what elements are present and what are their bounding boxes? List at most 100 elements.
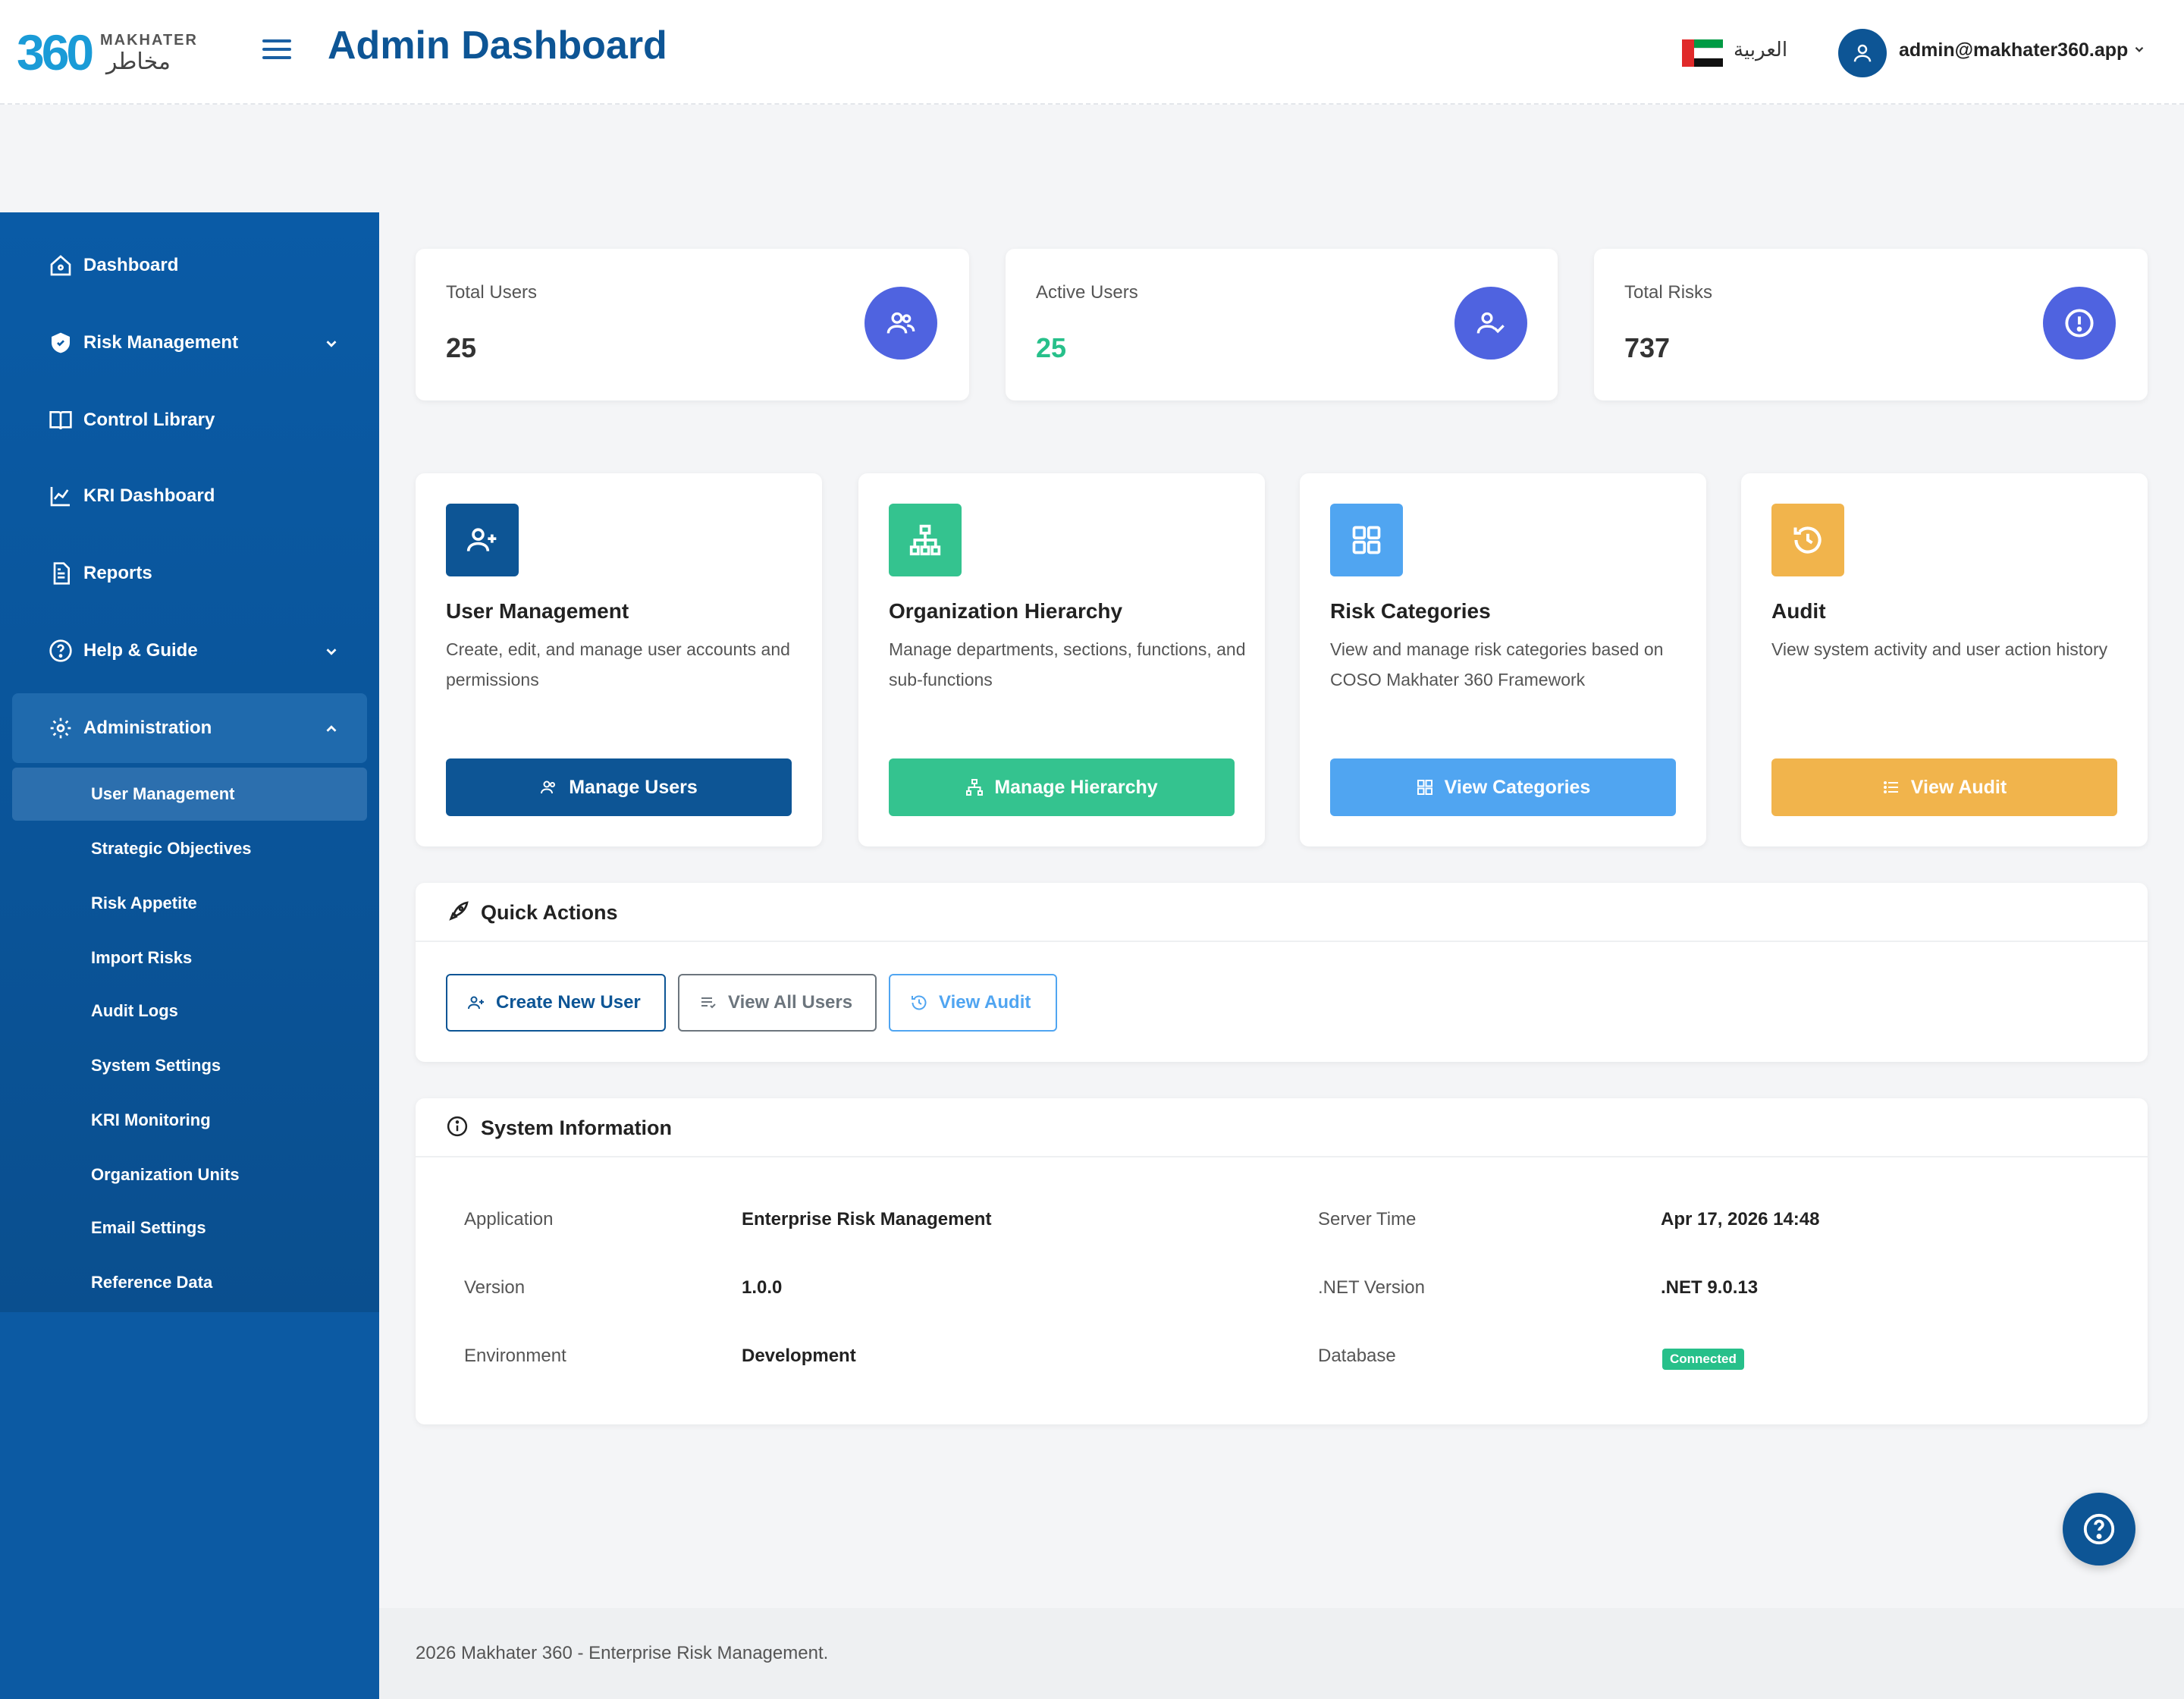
sidebar-subitem-label: System Settings bbox=[91, 1056, 221, 1075]
sidebar-subitem-user-management[interactable]: User Management bbox=[12, 768, 367, 821]
button-label: View All Users bbox=[728, 992, 853, 1013]
sidebar-subitem-label: KRI Monitoring bbox=[91, 1110, 211, 1129]
sidebar-subitem-kri-monitoring[interactable]: KRI Monitoring bbox=[12, 1094, 367, 1147]
sidebar-subitem-organization-units[interactable]: Organization Units bbox=[12, 1148, 367, 1201]
uae-flag-icon[interactable] bbox=[1682, 39, 1723, 67]
sidebar-item-label: Reports bbox=[83, 563, 152, 583]
manage-users-button[interactable]: Manage Users bbox=[446, 758, 792, 816]
info-value: 1.0.0 bbox=[742, 1277, 783, 1298]
sidebar-subitem-strategic-objectives[interactable]: Strategic Objectives bbox=[12, 822, 367, 875]
sidebar-subitem-label: Email Settings bbox=[91, 1218, 206, 1237]
chevron-down-icon[interactable] bbox=[2132, 42, 2146, 56]
language-switch[interactable]: العربية bbox=[1734, 38, 1787, 61]
home-icon bbox=[50, 255, 71, 276]
feature-description: View and manage risk categories based on… bbox=[1330, 639, 1664, 689]
chevron-down-icon bbox=[326, 341, 337, 347]
manage-hierarchy-button[interactable]: Manage Hierarchy bbox=[889, 758, 1235, 816]
list-icon bbox=[1883, 781, 1898, 793]
sidebar-item-risk-management[interactable]: Risk Management bbox=[12, 308, 367, 378]
stat-value: 737 bbox=[1624, 332, 1671, 363]
feature-title: Audit bbox=[1771, 599, 1826, 623]
info-value: .NET 9.0.13 bbox=[1661, 1277, 1759, 1298]
stat-label: Active Users bbox=[1036, 282, 1138, 303]
help-circle-icon bbox=[2083, 1513, 2115, 1545]
menu-toggle-icon[interactable] bbox=[262, 36, 291, 62]
create-new-user-button[interactable]: Create New User bbox=[446, 974, 666, 1032]
user-avatar[interactable] bbox=[1838, 29, 1887, 77]
section-title: System Information bbox=[481, 1116, 673, 1139]
chevron-up-icon bbox=[326, 725, 337, 732]
feature-card-user-management: User Management Create, edit, and manage… bbox=[416, 473, 822, 846]
user-email[interactable]: admin@makhater360.app bbox=[1899, 39, 2128, 61]
quick-actions-header: Quick Actions bbox=[416, 883, 2148, 942]
system-information-header: System Information bbox=[416, 1098, 2148, 1157]
stat-label: Total Risks bbox=[1624, 282, 1713, 303]
sidebar-item-dashboard[interactable]: Dashboard bbox=[12, 231, 367, 300]
sidebar-item-kri-dashboard[interactable]: KRI Dashboard bbox=[12, 461, 367, 531]
view-audit-quick-button[interactable]: View Audit bbox=[889, 974, 1057, 1032]
feature-title: User Management bbox=[446, 599, 629, 623]
sidebar-subitem-email-settings[interactable]: Email Settings bbox=[12, 1201, 367, 1255]
sidebar-subitem-audit-logs[interactable]: Audit Logs bbox=[12, 985, 367, 1038]
stat-value: 25 bbox=[1036, 332, 1067, 363]
sidebar-subitem-reference-data[interactable]: Reference Data bbox=[12, 1256, 367, 1309]
info-value: Enterprise Risk Management bbox=[742, 1209, 992, 1229]
rocket-icon bbox=[449, 901, 469, 921]
sidebar-item-help-guide[interactable]: Help & Guide bbox=[12, 616, 367, 686]
help-button[interactable] bbox=[2063, 1493, 2135, 1566]
stat-value: 25 bbox=[446, 332, 477, 363]
feature-description: Manage departments, sections, functions,… bbox=[889, 639, 1246, 689]
shield-icon bbox=[52, 332, 70, 353]
info-label: Environment bbox=[464, 1346, 566, 1366]
feature-description: View system activity and user action his… bbox=[1771, 639, 2108, 659]
user-check-icon bbox=[1454, 287, 1527, 360]
sidebar-item-label: Risk Management bbox=[83, 332, 239, 353]
system-information-panel: System Information Application Enterpris… bbox=[416, 1098, 2148, 1424]
sidebar-item-reports[interactable]: Reports bbox=[12, 539, 367, 608]
alert-circle-icon bbox=[2043, 287, 2116, 360]
feature-card-audit: Audit View system activity and user acti… bbox=[1741, 473, 2148, 846]
help-circle-icon bbox=[49, 639, 72, 662]
history-icon bbox=[912, 995, 927, 1010]
top-header: 360 MAKHATER مخاطر Admin Dashboard العرب… bbox=[0, 0, 2184, 105]
sitemap-icon bbox=[889, 504, 962, 576]
grid-icon bbox=[1417, 780, 1432, 795]
sidebar: Dashboard Risk Management Control Librar… bbox=[0, 212, 379, 1699]
quick-actions-panel: Quick Actions Create New User View All U… bbox=[416, 883, 2148, 1062]
feature-description: Create, edit, and manage user accounts a… bbox=[446, 639, 790, 689]
sidebar-item-administration[interactable]: Administration bbox=[12, 693, 367, 763]
stat-card-total-risks: Total Risks 737 bbox=[1594, 249, 2148, 400]
user-plus-icon bbox=[446, 504, 519, 576]
button-label: Manage Users bbox=[569, 776, 698, 798]
sitemap-icon bbox=[966, 779, 984, 796]
feature-title: Risk Categories bbox=[1330, 599, 1491, 623]
info-label: .NET Version bbox=[1318, 1277, 1425, 1298]
info-value: Development bbox=[742, 1346, 856, 1366]
book-icon bbox=[49, 411, 72, 430]
stat-card-total-users: Total Users 25 bbox=[416, 249, 969, 400]
view-categories-button[interactable]: View Categories bbox=[1330, 758, 1676, 816]
button-label: Create New User bbox=[496, 992, 641, 1013]
sidebar-subitem-label: User Management bbox=[91, 784, 235, 803]
view-audit-button[interactable]: View Audit bbox=[1771, 758, 2117, 816]
app-logo[interactable]: 360 MAKHATER مخاطر bbox=[17, 27, 199, 77]
sidebar-subitem-label: Risk Appetite bbox=[91, 893, 197, 912]
sidebar-item-label: KRI Dashboard bbox=[83, 485, 215, 506]
list-icon bbox=[701, 997, 716, 1009]
info-label: Database bbox=[1318, 1346, 1396, 1366]
info-label: Server Time bbox=[1318, 1209, 1417, 1229]
sidebar-item-label: Dashboard bbox=[83, 255, 179, 275]
status-badge: Connected bbox=[1662, 1349, 1744, 1370]
button-label: Manage Hierarchy bbox=[994, 776, 1158, 798]
sidebar-item-control-library[interactable]: Control Library bbox=[12, 385, 367, 455]
footer-text: 2026 Makhater 360 - Enterprise Risk Mana… bbox=[416, 1643, 829, 1663]
history-icon bbox=[1771, 504, 1844, 576]
info-icon bbox=[447, 1116, 468, 1137]
grid-icon bbox=[1330, 504, 1403, 576]
sidebar-subitem-import-risks[interactable]: Import Risks bbox=[12, 931, 367, 985]
view-all-users-button[interactable]: View All Users bbox=[678, 974, 877, 1032]
sidebar-subitem-system-settings[interactable]: System Settings bbox=[12, 1039, 367, 1092]
footer: 2026 Makhater 360 - Enterprise Risk Mana… bbox=[379, 1608, 2184, 1699]
button-label: View Audit bbox=[1910, 776, 2007, 798]
sidebar-subitem-risk-appetite[interactable]: Risk Appetite bbox=[12, 877, 367, 930]
